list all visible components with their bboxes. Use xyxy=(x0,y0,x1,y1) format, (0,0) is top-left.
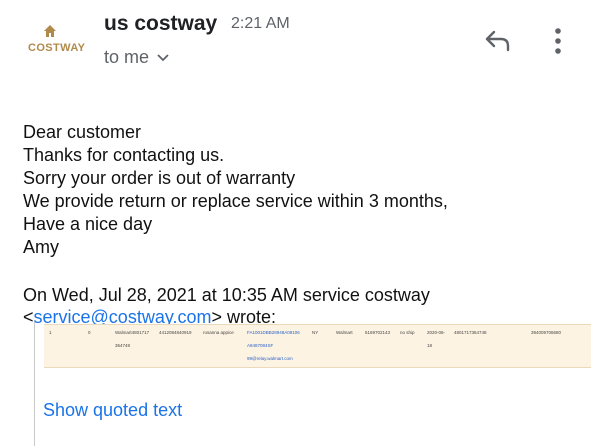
table-cell: 5169702143 xyxy=(365,330,391,335)
avatar-brand-text: COSTWAY xyxy=(28,42,86,54)
table-cell[interactable]: FA1001DBB28948A09106 xyxy=(247,330,300,335)
message-line: Sorry your order is out of warranty xyxy=(23,168,296,188)
table-cell: 4801717364748 xyxy=(454,330,487,335)
message-body: Dear customer Thanks for contacting us. … xyxy=(23,121,583,259)
costway-logo-icon xyxy=(44,25,56,37)
quoted-order-table: 1 0 Walmart4801717 4412084840919 rosanna… xyxy=(44,324,591,368)
table-cell: Walmart4801717 xyxy=(115,330,150,335)
table-cell[interactable]: 99@relay.walmart.com xyxy=(247,356,293,361)
show-quoted-text-button[interactable]: Show quoted text xyxy=(43,400,182,421)
message-line: Have a nice day xyxy=(23,214,153,234)
quote-attribution: On Wed, Jul 28, 2021 at 10:35 AM service… xyxy=(23,284,583,328)
recipient-toggle[interactable]: to me xyxy=(104,47,169,68)
quote-email-open: < xyxy=(23,307,34,327)
quote-bar xyxy=(34,322,35,446)
table-cell: no ship xyxy=(400,330,415,335)
recipient-label: to me xyxy=(104,47,150,67)
table-cell: 18 xyxy=(427,343,433,348)
table-cell: 1 xyxy=(49,330,52,335)
table-cell: rosanna appice xyxy=(203,330,234,335)
table-cell: Walmart xyxy=(336,330,353,335)
sender-avatar[interactable]: COSTWAY xyxy=(18,20,86,64)
table-cell: 364748 xyxy=(115,343,131,348)
message-line: Thanks for contacting us. xyxy=(23,145,225,165)
chevron-down-icon xyxy=(157,53,169,61)
table-cell: 2020-06- xyxy=(427,330,446,335)
reply-icon[interactable] xyxy=(484,28,512,54)
quote-intro: On Wed, Jul 28, 2021 at 10:35 AM service… xyxy=(23,285,430,305)
table-cell: 4412084840919 xyxy=(159,330,192,335)
message-line: Dear customer xyxy=(23,122,142,142)
sender-name[interactable]: us costway xyxy=(104,12,217,36)
table-cell[interactable]: A8487084SF xyxy=(247,343,273,348)
more-vert-icon[interactable] xyxy=(550,26,566,56)
table-cell: NY xyxy=(312,330,319,335)
table-cell: 0 xyxy=(88,330,91,335)
message-line: We provide return or replace service wit… xyxy=(23,191,448,211)
message-time: 2:21 AM xyxy=(231,15,290,32)
message-line: Amy xyxy=(23,237,59,257)
table-cell: 394009706680 xyxy=(531,330,562,335)
